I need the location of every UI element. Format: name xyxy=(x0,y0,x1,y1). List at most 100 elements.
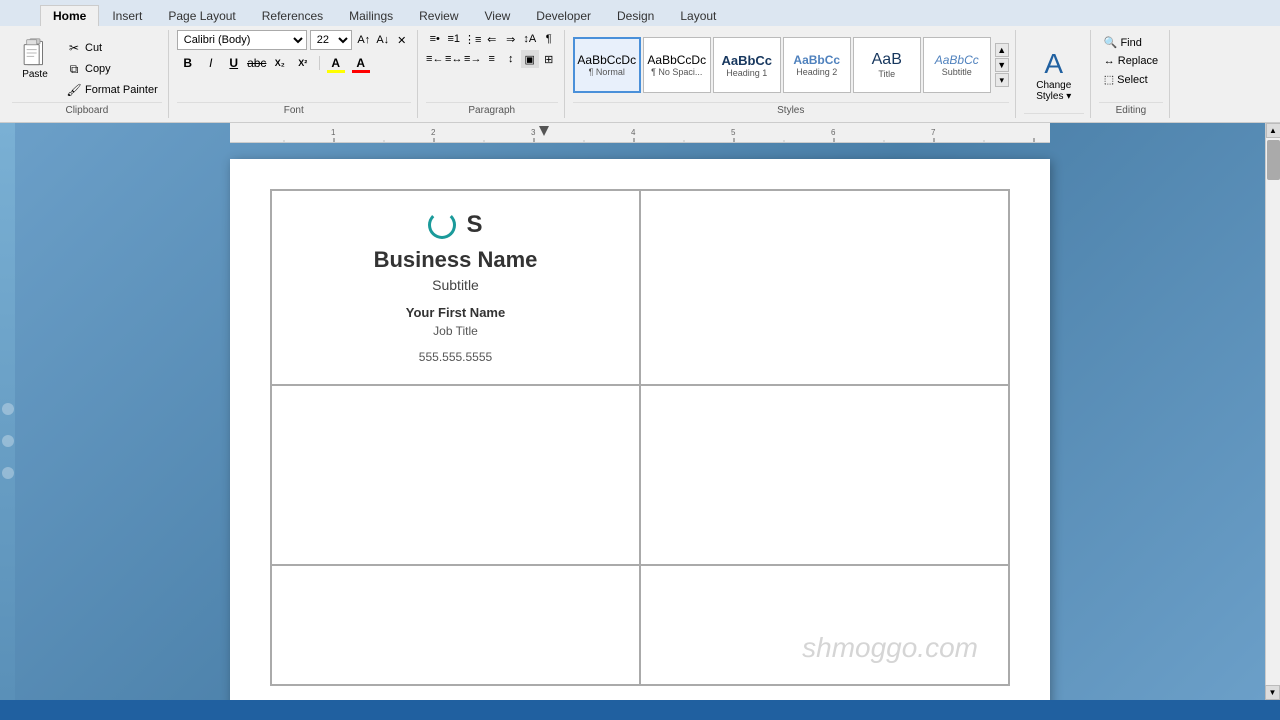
strikethrough-button[interactable]: abc xyxy=(246,52,268,74)
styles-label: Styles xyxy=(573,102,1009,118)
styles-scroll-controls: ▲ ▼ ▾ xyxy=(995,43,1009,87)
tab-insert[interactable]: Insert xyxy=(99,5,155,26)
subscript-button[interactable]: X₂ xyxy=(269,52,291,74)
align-right-button[interactable]: ≡→ xyxy=(464,50,482,68)
styles-more-button[interactable]: ▾ xyxy=(995,73,1009,87)
paragraph-group-content: ≡• ≡1 ⋮≡ ⇐ ⇒ ↕A ¶ ≡← ≡↔ ≡→ ≡ ↕ ▣ ⊞ xyxy=(426,30,558,100)
align-center-button[interactable]: ≡↔ xyxy=(445,50,463,68)
tab-review[interactable]: Review xyxy=(406,5,471,26)
font-size-buttons: A↑ A↓ ✕ xyxy=(355,31,411,49)
shading-button[interactable]: ▣ xyxy=(521,50,539,68)
style-subtitle[interactable]: AaBbCc Subtitle xyxy=(923,37,991,93)
cut-button[interactable]: ✂ Cut xyxy=(62,38,162,58)
left-sidebar-icon-3 xyxy=(2,467,14,479)
svg-text:7: 7 xyxy=(931,128,936,137)
justify-button[interactable]: ≡ xyxy=(483,50,501,68)
style-heading1-label: Heading 1 xyxy=(726,68,767,78)
style-heading2[interactable]: AaBbCc Heading 2 xyxy=(783,37,851,93)
tab-mailings[interactable]: Mailings xyxy=(336,5,406,26)
paste-label: Paste xyxy=(22,69,48,80)
change-styles-content: A ChangeStyles ▾ xyxy=(1024,30,1084,111)
font-color-button[interactable]: A xyxy=(350,52,372,74)
find-label: Find xyxy=(1120,37,1141,49)
card-cell-bot-right[interactable]: shmoggo.com xyxy=(640,565,1009,685)
increase-indent-button[interactable]: ⇒ xyxy=(502,30,520,48)
line-spacing-button[interactable]: ↕ xyxy=(502,50,520,68)
svg-text:1: 1 xyxy=(331,128,336,137)
clipboard-label: Clipboard xyxy=(12,102,162,118)
tab-page-layout[interactable]: Page Layout xyxy=(155,5,248,26)
show-formatting-button[interactable]: ¶ xyxy=(540,30,558,48)
card-cell-top-right[interactable] xyxy=(640,190,1009,385)
document-page[interactable]: S Business Name Subtitle Your First Name… xyxy=(230,159,1050,700)
scroll-thumb[interactable] xyxy=(1267,140,1280,180)
replace-icon: ↔ xyxy=(1104,55,1115,67)
numbering-button[interactable]: ≡1 xyxy=(445,30,463,48)
card-phone: 555.555.5555 xyxy=(419,350,492,364)
paste-button[interactable]: Paste xyxy=(12,34,58,83)
card-cell-bot-left[interactable] xyxy=(271,565,640,685)
clipboard-group-content: Paste ✂ Cut ⧉ Copy 🖌 Format Painter xyxy=(12,30,162,100)
multilevel-list-button[interactable]: ⋮≡ xyxy=(464,30,482,48)
font-size-select[interactable]: 22 xyxy=(310,30,352,50)
bold-button[interactable]: B xyxy=(177,52,199,74)
change-styles-label: ChangeStyles ▾ xyxy=(1036,80,1071,102)
card-logo-letter: S xyxy=(466,211,482,239)
scroll-up-arrow[interactable]: ▲ xyxy=(1266,123,1280,138)
find-button[interactable]: 🔍 Find xyxy=(1099,34,1147,51)
tab-home[interactable]: Home xyxy=(40,5,99,26)
copy-button[interactable]: ⧉ Copy xyxy=(62,59,162,79)
format-painter-button[interactable]: 🖌 Format Painter xyxy=(62,80,162,100)
decrease-indent-button[interactable]: ⇐ xyxy=(483,30,501,48)
align-left-button[interactable]: ≡← xyxy=(426,50,444,68)
style-title-label: Title xyxy=(878,69,895,79)
tab-references[interactable]: References xyxy=(249,5,336,26)
card-cell-top-left[interactable]: S Business Name Subtitle Your First Name… xyxy=(271,190,640,385)
format-buttons: B I U abc X₂ X² xyxy=(177,52,314,74)
styles-scroll-down[interactable]: ▼ xyxy=(995,58,1009,72)
replace-button[interactable]: ↔ Replace xyxy=(1099,53,1163,69)
scroll-down-arrow[interactable]: ▼ xyxy=(1265,685,1280,700)
tab-view[interactable]: View xyxy=(472,5,524,26)
select-button[interactable]: ⬚ Select xyxy=(1099,71,1153,88)
clipboard-small-buttons: ✂ Cut ⧉ Copy 🖌 Format Painter xyxy=(62,34,162,100)
font-grow-button[interactable]: A↑ xyxy=(355,31,373,49)
font-color-swatch xyxy=(352,70,370,73)
superscript-button[interactable]: X² xyxy=(292,52,314,74)
tab-layout[interactable]: Layout xyxy=(667,5,729,26)
editing-group-content: 🔍 Find ↔ Replace ⬚ Select xyxy=(1099,30,1163,100)
replace-label: Replace xyxy=(1118,55,1158,67)
card-logo-row: S xyxy=(302,211,609,239)
style-no-spacing[interactable]: AaBbCcDc ¶ No Spaci... xyxy=(643,37,711,93)
style-subtitle-preview: AaBbCc xyxy=(935,53,979,67)
right-scrollbar: ▲ ▼ xyxy=(1265,123,1280,700)
editing-group: 🔍 Find ↔ Replace ⬚ Select Editing xyxy=(1093,30,1170,118)
clear-formatting-button[interactable]: ✕ xyxy=(393,31,411,49)
font-format-row: B I U abc X₂ X² A A xyxy=(177,52,372,74)
underline-button[interactable]: U xyxy=(223,52,245,74)
page-container: S Business Name Subtitle Your First Name… xyxy=(230,151,1050,700)
font-shrink-button[interactable]: A↓ xyxy=(374,31,392,49)
bullets-button[interactable]: ≡• xyxy=(426,30,444,48)
styles-scroll-up[interactable]: ▲ xyxy=(995,43,1009,57)
border-button[interactable]: ⊞ xyxy=(540,50,558,68)
list-buttons-row: ≡• ≡1 ⋮≡ ⇐ ⇒ ↕A ¶ xyxy=(426,30,558,48)
card-cell-mid-right[interactable] xyxy=(640,385,1009,565)
sort-button[interactable]: ↕A xyxy=(521,30,539,48)
tab-developer[interactable]: Developer xyxy=(523,5,604,26)
styles-group-content: AaBbCcDc ¶ Normal AaBbCcDc ¶ No Spaci...… xyxy=(573,30,1009,100)
format-painter-label: Format Painter xyxy=(85,84,158,96)
font-group-content: Calibri (Body) 22 A↑ A↓ ✕ B I U xyxy=(177,30,411,100)
style-title[interactable]: AaB Title xyxy=(853,37,921,93)
change-styles-button[interactable]: A ChangeStyles ▾ xyxy=(1024,45,1084,105)
watermark: shmoggo.com xyxy=(802,632,978,664)
italic-button[interactable]: I xyxy=(200,52,222,74)
highlight-color-button[interactable]: A xyxy=(325,52,347,74)
style-normal[interactable]: AaBbCcDc ¶ Normal xyxy=(573,37,641,93)
status-bar xyxy=(0,700,1280,720)
tab-design[interactable]: Design xyxy=(604,5,667,26)
font-name-select[interactable]: Calibri (Body) xyxy=(177,30,307,50)
style-heading1[interactable]: AaBbCc Heading 1 xyxy=(713,37,781,93)
card-cell-mid-left[interactable] xyxy=(271,385,640,565)
clipboard-group: Paste ✂ Cut ⧉ Copy 🖌 Format Painter xyxy=(6,30,169,118)
